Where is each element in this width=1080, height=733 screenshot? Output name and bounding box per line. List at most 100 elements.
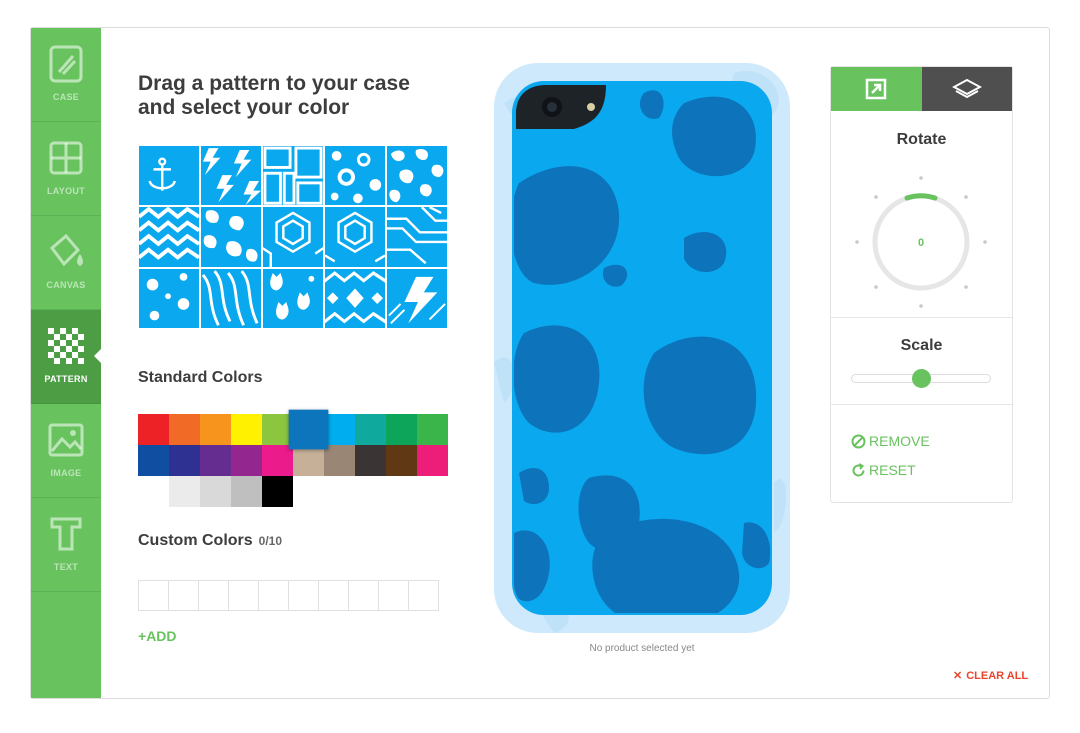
color-swatch[interactable] xyxy=(324,445,355,476)
remove-icon xyxy=(851,434,866,448)
color-swatch[interactable] xyxy=(231,476,262,507)
divider xyxy=(831,404,1012,405)
layout-icon xyxy=(46,138,86,178)
color-row xyxy=(138,476,450,507)
designer-frame: CASE LAYOUT CANVAS PATTERN IMAGE TEXT Dr… xyxy=(30,27,1050,699)
close-icon: ✕ xyxy=(953,670,963,682)
resize-icon xyxy=(866,78,887,100)
image-icon xyxy=(46,420,86,460)
custom-color-slot[interactable] xyxy=(408,580,439,611)
sidebar: CASE LAYOUT CANVAS PATTERN IMAGE TEXT xyxy=(31,28,102,698)
sidebar-item-image[interactable]: IMAGE xyxy=(31,404,101,498)
custom-color-slot[interactable] xyxy=(198,580,229,611)
divider xyxy=(831,317,1012,318)
color-swatch[interactable] xyxy=(231,445,262,476)
sidebar-item-case[interactable]: CASE xyxy=(31,28,101,122)
sidebar-item-pattern[interactable]: PATTERN xyxy=(31,310,102,404)
pattern-splotches[interactable] xyxy=(200,206,262,268)
color-swatch[interactable] xyxy=(355,414,386,445)
color-row xyxy=(138,445,450,476)
color-swatch[interactable] xyxy=(231,414,262,445)
pattern-geometric-lines[interactable] xyxy=(386,206,448,268)
color-swatch[interactable] xyxy=(417,445,448,476)
color-swatch[interactable] xyxy=(169,414,200,445)
custom-colors-count: 0/10 xyxy=(258,534,283,548)
color-swatch[interactable] xyxy=(386,445,417,476)
sidebar-item-label: LAYOUT xyxy=(47,186,85,196)
page-title: Drag a pattern to your case and select y… xyxy=(138,72,410,119)
pattern-lightning[interactable] xyxy=(200,145,262,207)
custom-colors-title: Custom Colors 0/10 xyxy=(138,532,283,549)
color-swatch[interactable] xyxy=(200,476,231,507)
color-swatch[interactable] xyxy=(169,445,200,476)
checker-pattern-icon xyxy=(46,326,86,366)
text-icon xyxy=(46,514,86,554)
color-swatch[interactable] xyxy=(355,445,386,476)
color-swatch[interactable] xyxy=(200,445,231,476)
tab-transform[interactable] xyxy=(831,67,922,111)
color-swatch[interactable] xyxy=(386,414,417,445)
color-swatch[interactable] xyxy=(138,414,169,445)
pattern-hexagons[interactable] xyxy=(262,206,324,268)
flash-icon xyxy=(587,103,595,111)
rotate-value: 0 xyxy=(918,237,924,249)
custom-color-slot[interactable] xyxy=(168,580,199,611)
scale-slider-thumb[interactable] xyxy=(911,369,931,388)
custom-color-slots xyxy=(138,580,439,611)
color-swatch[interactable] xyxy=(262,476,293,507)
scale-label: Scale xyxy=(900,337,943,354)
custom-color-slot[interactable] xyxy=(258,580,289,611)
sidebar-item-label: CANVAS xyxy=(46,280,86,290)
color-row xyxy=(138,409,450,450)
sidebar-item-text[interactable]: TEXT xyxy=(31,498,101,592)
color-swatch[interactable] xyxy=(262,445,293,476)
custom-color-slot[interactable] xyxy=(288,580,319,611)
add-custom-color-button[interactable]: +ADD xyxy=(138,628,177,644)
sidebar-item-label: PATTERN xyxy=(44,374,88,384)
custom-color-slot[interactable] xyxy=(378,580,409,611)
pattern-anchor[interactable] xyxy=(138,145,200,207)
remove-button[interactable]: REMOVE xyxy=(851,433,930,449)
phone-case-preview[interactable] xyxy=(494,63,790,633)
sidebar-item-canvas[interactable]: CANVAS xyxy=(31,216,101,310)
color-swatch[interactable] xyxy=(138,445,169,476)
sidebar-item-layout[interactable]: LAYOUT xyxy=(31,122,101,216)
custom-color-slot[interactable] xyxy=(228,580,259,611)
rotate-label: Rotate xyxy=(896,131,947,148)
pattern-cats[interactable] xyxy=(262,267,324,329)
product-status: No product selected yet xyxy=(589,643,695,654)
color-swatch[interactable] xyxy=(169,476,200,507)
tab-layers[interactable] xyxy=(921,67,1012,111)
color-swatch[interactable] xyxy=(324,414,355,445)
plus-icon: + xyxy=(138,628,147,644)
pattern-chevron[interactable] xyxy=(138,206,200,268)
color-swatch[interactable] xyxy=(138,476,169,507)
reset-icon xyxy=(852,462,865,476)
pattern-zebra[interactable] xyxy=(200,267,262,329)
color-swatch[interactable] xyxy=(293,445,324,476)
paint-bucket-icon xyxy=(46,232,86,272)
standard-color-palette xyxy=(138,409,450,507)
pattern-lightning-2[interactable] xyxy=(386,267,448,329)
pattern-hexagons-2[interactable] xyxy=(324,206,386,268)
rotate-handle[interactable] xyxy=(904,193,938,201)
custom-color-slot[interactable] xyxy=(138,580,169,611)
pattern-grid xyxy=(138,145,448,329)
pattern-diamonds[interactable] xyxy=(324,267,386,329)
transform-panel: Rotate 0 Scale REMOVE RESET xyxy=(830,66,1013,503)
color-swatch[interactable] xyxy=(417,414,448,445)
color-swatch[interactable] xyxy=(200,414,231,445)
reset-button[interactable]: RESET xyxy=(851,462,916,478)
rotate-dial[interactable]: 0 xyxy=(851,172,991,312)
pattern-bricks[interactable] xyxy=(262,145,324,207)
pattern-leopard[interactable] xyxy=(386,145,448,207)
sidebar-item-label: TEXT xyxy=(53,562,79,572)
clear-all-button[interactable]: ✕ CLEAR ALL xyxy=(953,669,1028,683)
custom-color-slot[interactable] xyxy=(318,580,349,611)
pattern-bubbles[interactable] xyxy=(324,145,386,207)
standard-colors-title: Standard Colors xyxy=(138,369,263,386)
pattern-polka-dots[interactable] xyxy=(138,267,200,329)
sidebar-item-label: IMAGE xyxy=(50,468,82,478)
color-swatch-selected[interactable] xyxy=(288,409,329,450)
custom-color-slot[interactable] xyxy=(348,580,379,611)
